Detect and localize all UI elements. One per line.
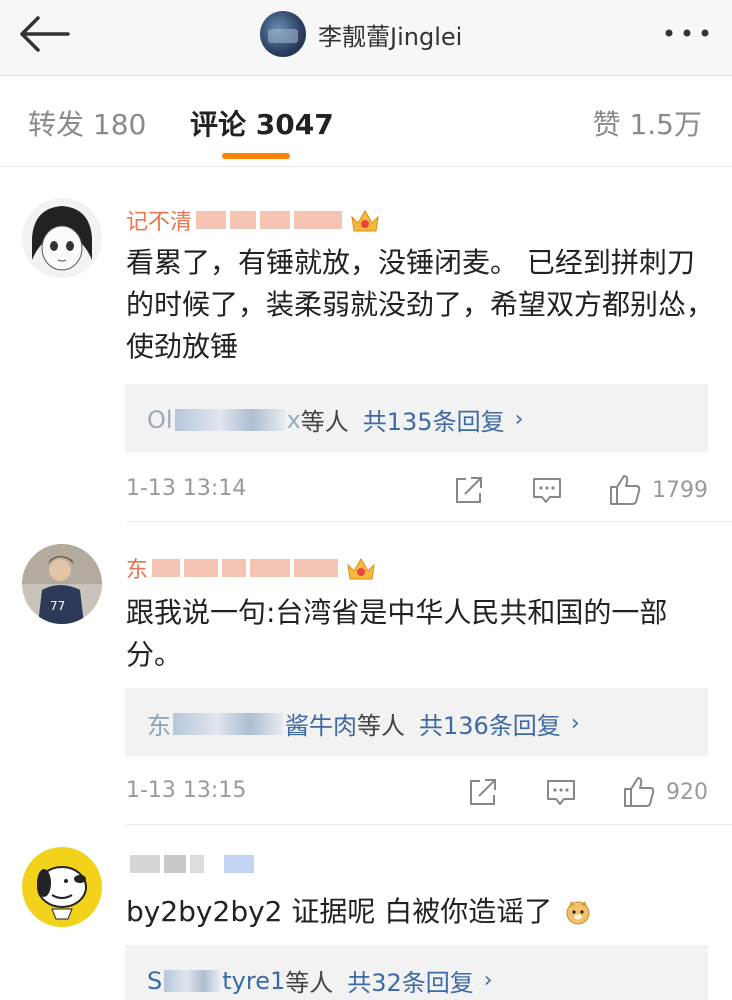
reply-label: 等人 [300,408,349,436]
comment-text-body: by2by2by2 证据呢 白被你造谣了 [126,895,553,928]
share-icon[interactable] [466,775,500,809]
comment-item: 77 东 跟我说一句:台湾省是中华人民共和国的一部分。 东 酱牛肉 等人 共13… [0,522,732,822]
tab-like[interactable]: 赞 1.5万 [593,103,702,143]
reply-user-start: 东 [147,712,171,740]
blurred-reply-user [164,969,221,992]
tab-bar: 转发 180 评论 3047 赞 1.5万 [0,77,732,167]
username-row[interactable] [126,855,254,873]
svg-text:77: 77 [50,599,65,613]
username[interactable]: 记不清 [126,204,192,236]
reply-count[interactable]: 共136条回复 [419,706,561,741]
user-avatar[interactable]: 77 [22,544,102,624]
tab-repost[interactable]: 转发 180 [28,103,146,143]
blurred-reply-user [173,712,283,735]
reply-user-end: 酱牛肉 [285,712,357,740]
reply-count[interactable]: 共32条回复 [347,963,474,998]
reply-user-end: x [286,405,301,434]
blurred-username [196,211,343,229]
blurred-username [152,559,339,577]
header-avatar[interactable] [260,11,306,57]
doge-emoji-icon [566,901,590,925]
comment-actions: 1799 [452,470,708,510]
chevron-right-icon: › [514,407,524,432]
reply-preview-text[interactable]: Ol x 等人 共135条回复 › [147,402,523,437]
reply-count[interactable]: 共135条回复 [363,402,505,437]
username-row[interactable]: 东 [126,552,376,584]
user-avatar[interactable] [22,847,102,927]
comment-meta: 1-13 13:15 920 [126,772,708,812]
more-dots-icon[interactable] [664,28,710,38]
top-bar: 李靓蕾Jinglei [0,0,732,76]
reply-user-start: S [147,966,163,995]
comment-time: 1-13 13:15 [126,778,247,803]
back-arrow-icon[interactable] [18,14,70,54]
blurred-username [130,855,254,873]
page-title: 李靓蕾Jinglei [318,22,463,51]
member-crown-icon [351,210,379,232]
chevron-right-icon: › [570,711,580,736]
comment-meta: 1-13 13:14 1799 [126,470,708,510]
member-crown-icon [347,558,375,580]
username[interactable]: 东 [126,552,148,584]
reply-user-end: tyre1 [222,966,286,995]
reply-user-start: Ol [147,405,173,434]
comment-text: 看累了，有锤就放，没锤闭麦。 已经到拼刺刀的时候了，装柔弱就没劲了，希望双方都别… [126,246,715,363]
reply-preview-text[interactable]: S tyre1 等人 共32条回复 › [147,963,493,998]
comment-icon[interactable] [530,473,564,507]
reply-label: 等人 [357,712,405,740]
header-center[interactable]: 李靓蕾Jinglei [260,8,462,60]
reply-preview-text[interactable]: 东 酱牛肉 等人 共136条回复 › [147,706,580,741]
reply-preview[interactable]: S tyre1 等人 共32条回复 › [125,945,708,1000]
comment-actions: 920 [466,772,708,812]
comment-time: 1-13 13:14 [126,476,247,501]
comment-text: 跟我说一句:台湾省是中华人民共和国的一部分。 [126,596,668,671]
comment-item: 记不清 看累了，有锤就放，没锤闭麦。 已经到拼刺刀的时候了，装柔弱就没劲了，希望… [0,168,732,520]
chevron-right-icon: › [483,968,493,993]
comment-item: by2by2by2 证据呢 白被你造谣了 S tyre1 等人 共32条回复 › [0,825,732,1000]
reply-label: 等人 [285,969,334,997]
user-avatar[interactable] [22,198,102,278]
blurred-reply-user [174,408,285,431]
reply-preview[interactable]: Ol x 等人 共135条回复 › [125,384,708,452]
active-tab-indicator [222,153,290,159]
tab-comment[interactable]: 评论 3047 [190,103,334,143]
like-count: 920 [666,779,708,805]
like-thumb-icon[interactable] [608,473,642,507]
comment-text: by2by2by2 证据呢 白被你造谣了 [126,891,716,933]
like-thumb-icon[interactable] [622,775,656,809]
share-icon[interactable] [452,473,486,507]
reply-preview[interactable]: 东 酱牛肉 等人 共136条回复 › [125,688,708,756]
like-count: 1799 [652,477,708,503]
username-row[interactable]: 记不清 [126,204,380,236]
comment-icon[interactable] [544,775,578,809]
